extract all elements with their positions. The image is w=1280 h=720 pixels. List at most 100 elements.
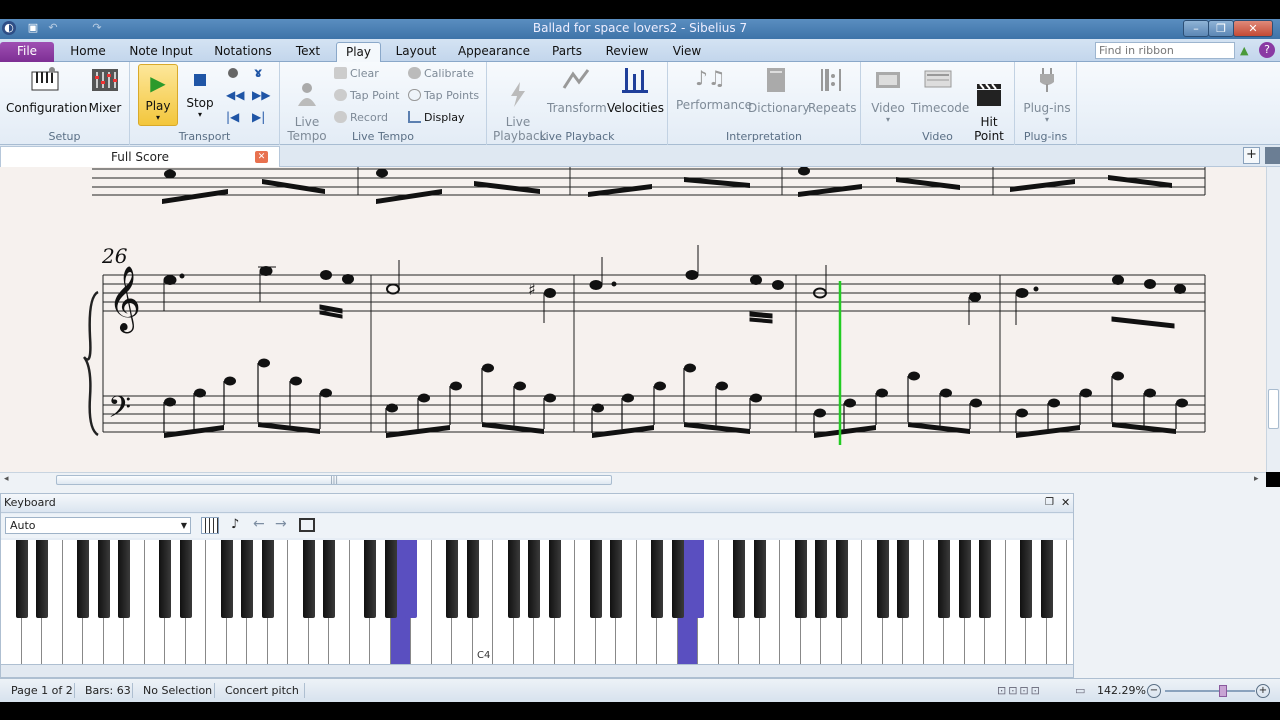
black-key[interactable]: [446, 540, 458, 618]
rewind-icon[interactable]: ◀◀: [226, 88, 244, 102]
black-key[interactable]: [405, 540, 417, 618]
black-key[interactable]: [323, 540, 335, 618]
new-tab-icon[interactable]: +: [1243, 147, 1260, 164]
vertical-scrollbar[interactable]: [1266, 167, 1280, 472]
vertical-scroll-thumb[interactable]: [1268, 389, 1279, 429]
velocities-button[interactable]: Velocities: [607, 66, 664, 115]
fast-forward-icon[interactable]: ▶▶: [252, 88, 270, 102]
black-key[interactable]: [548, 540, 561, 618]
minimize-button[interactable]: –: [1183, 20, 1209, 37]
window-icon[interactable]: [299, 518, 315, 532]
timecode-button[interactable]: Timecode: [911, 66, 969, 115]
float-panel-icon[interactable]: ❐: [1045, 494, 1054, 512]
collapse-ribbon-icon[interactable]: ▲: [1240, 44, 1248, 57]
fit-view-icon[interactable]: ▭: [1075, 684, 1085, 697]
zoom-in-icon[interactable]: +: [1256, 684, 1270, 698]
black-key[interactable]: [77, 540, 89, 618]
repeats-button[interactable]: Repeats: [808, 66, 857, 115]
black-key[interactable]: [159, 540, 171, 618]
close-keyboard-icon[interactable]: ✕: [1061, 494, 1070, 512]
close-tab-icon[interactable]: ✕: [255, 151, 268, 163]
black-key[interactable]: [979, 540, 991, 618]
performance-button[interactable]: ♪♫ Performance: [676, 66, 752, 112]
note-input-icon[interactable]: ♪: [231, 517, 239, 532]
play-button[interactable]: ▶ Play ▾: [138, 64, 178, 126]
horizontal-scrollbar[interactable]: ◂ ||| ▸: [0, 472, 1266, 487]
black-key[interactable]: [364, 540, 376, 618]
black-key[interactable]: [815, 540, 827, 618]
go-to-end-icon[interactable]: ▶|: [252, 110, 265, 124]
calibrate-button[interactable]: Calibrate: [408, 67, 474, 80]
arrow-left-icon[interactable]: ←: [253, 516, 265, 532]
zoom-out-icon[interactable]: −: [1147, 684, 1161, 698]
black-key[interactable]: [835, 540, 848, 618]
black-key[interactable]: [671, 540, 684, 618]
scroll-right-icon[interactable]: ▸: [1254, 474, 1259, 484]
black-key[interactable]: [610, 540, 622, 618]
black-key[interactable]: [651, 540, 663, 618]
help-icon[interactable]: ?: [1259, 42, 1275, 58]
black-key[interactable]: [794, 540, 807, 618]
document-tab-full-score[interactable]: Full Score ✕: [0, 146, 280, 167]
close-window-button[interactable]: ✕: [1233, 20, 1273, 37]
configuration-button[interactable]: Configuration: [6, 66, 87, 115]
black-key[interactable]: [179, 540, 192, 618]
mixer-button[interactable]: Mixer: [84, 66, 126, 115]
tab-home[interactable]: Home: [62, 42, 114, 62]
black-key[interactable]: [241, 540, 253, 618]
tap-points-button[interactable]: Tap Points: [408, 89, 479, 102]
tab-text[interactable]: Text: [290, 42, 326, 62]
black-key[interactable]: [118, 540, 130, 618]
tab-note-input[interactable]: Note Input: [126, 42, 196, 62]
keyboard-mode-select[interactable]: Auto ▼: [5, 517, 191, 534]
score-view[interactable]: 𝄞 𝄢 26 ♯: [0, 167, 1266, 472]
concert-pitch-toggle[interactable]: Concert pitch: [225, 684, 299, 697]
black-key[interactable]: [589, 540, 602, 618]
dictionary-button[interactable]: Dictionary: [748, 66, 810, 115]
scroll-left-icon[interactable]: ◂: [4, 474, 9, 484]
black-key[interactable]: [384, 540, 397, 618]
arrow-right-icon[interactable]: →: [275, 516, 287, 532]
video-button[interactable]: Video ▾: [867, 66, 909, 124]
black-key[interactable]: [897, 540, 909, 618]
plugins-button[interactable]: Plug-ins ▾: [1021, 66, 1073, 124]
panel-toggle-icon[interactable]: [1265, 147, 1280, 164]
tap-point-button[interactable]: Tap Point: [334, 89, 399, 102]
black-key[interactable]: [753, 540, 766, 618]
horizontal-scroll-thumb[interactable]: |||: [56, 475, 612, 485]
black-key[interactable]: [36, 540, 48, 618]
black-key[interactable]: [528, 540, 540, 618]
live-playback-toggle-icon[interactable]: ɤ: [254, 66, 262, 81]
live-tempo-button[interactable]: Live Tempo: [286, 66, 328, 157]
stop-button[interactable]: Stop ▾: [182, 70, 218, 119]
zoom-slider-thumb[interactable]: [1219, 685, 1227, 697]
black-key[interactable]: [958, 540, 971, 618]
black-key[interactable]: [876, 540, 889, 618]
zoom-slider[interactable]: [1165, 690, 1255, 692]
display-button[interactable]: Display: [408, 111, 465, 124]
tab-notations[interactable]: Notations: [208, 42, 278, 62]
black-key[interactable]: [733, 540, 745, 618]
keyboard-scrollbar[interactable]: [1, 664, 1073, 677]
find-in-ribbon-input[interactable]: Find in ribbon: [1095, 42, 1235, 59]
record-tempo-button[interactable]: Record: [334, 111, 388, 124]
go-to-start-icon[interactable]: |◀: [226, 110, 239, 124]
black-key[interactable]: [302, 540, 315, 618]
black-key[interactable]: [692, 540, 704, 618]
tab-play[interactable]: Play: [336, 42, 381, 62]
record-icon[interactable]: [228, 68, 238, 78]
black-key[interactable]: [220, 540, 233, 618]
black-key[interactable]: [1020, 540, 1032, 618]
restore-button[interactable]: ❐: [1208, 20, 1234, 37]
hit-point-button[interactable]: Hit Point: [967, 66, 1011, 157]
black-key[interactable]: [97, 540, 110, 618]
tab-parts[interactable]: Parts: [546, 42, 588, 62]
live-playback-button[interactable]: Live Playback: [493, 66, 547, 157]
tab-appearance[interactable]: Appearance: [455, 42, 533, 62]
clear-button[interactable]: Clear: [334, 67, 379, 80]
transform-button[interactable]: Transform: [547, 66, 607, 115]
black-key[interactable]: [1040, 540, 1053, 618]
black-key[interactable]: [15, 540, 28, 618]
keyboard-grid-icon[interactable]: [201, 517, 219, 534]
tab-file[interactable]: File: [0, 42, 54, 62]
